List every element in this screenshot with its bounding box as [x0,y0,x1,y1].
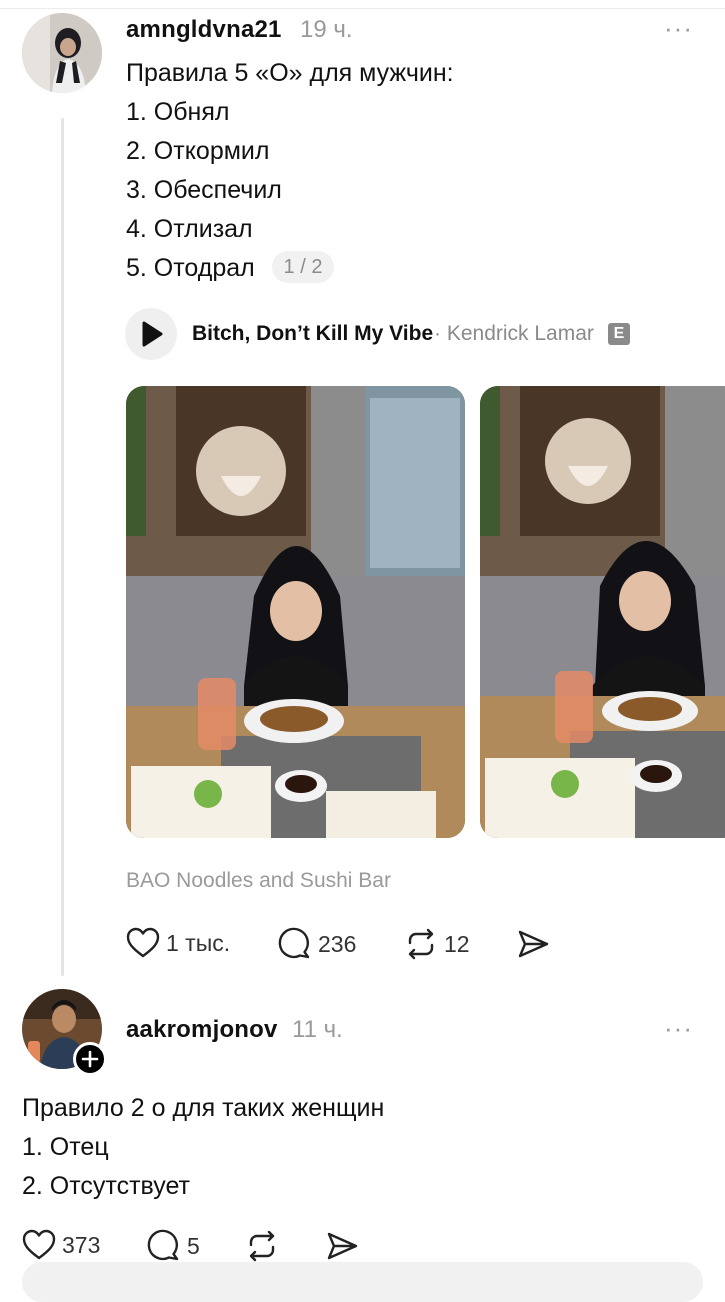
repost-count: 12 [444,930,470,957]
post-text-line: 3. Обеспечил [126,176,282,204]
share-icon [327,1232,358,1260]
heart-icon [126,927,160,958]
reply-username[interactable]: aakromjonov [126,1016,278,1044]
song-artist[interactable]: · Kendrick Lamar [434,322,594,346]
play-icon [142,321,163,347]
comment-icon [147,1229,179,1261]
post-text-line: 1. Обнял [126,98,230,126]
top-divider [0,8,725,9]
comment-count: 236 [318,930,357,957]
post-photo-2[interactable] [480,386,725,838]
more-options-icon[interactable]: ··· [664,1015,693,1041]
post-text-line: 2. Откормил [126,137,270,165]
reply-time: 11 ч. [292,1016,343,1043]
reply-text-line: 2. Отсутствует [22,1172,191,1200]
share-button[interactable] [516,927,550,961]
post-text-line: Правила 5 «О» для мужчин: [126,59,454,87]
reply-comment-button[interactable]: 5 [147,1229,200,1263]
repost-icon [408,928,434,960]
post-text-line: 5. Отодрал [126,254,255,282]
restaurant-photo-icon [126,386,465,838]
reply-like-count: 373 [62,1231,101,1258]
play-button[interactable] [125,308,177,360]
repost-button[interactable]: 12 [404,927,470,961]
restaurant-photo-icon [480,386,725,838]
comment-icon [278,927,310,959]
follow-button[interactable] [73,1042,107,1076]
reply-text-line: Правило 2 о для таких женщин [22,1094,385,1122]
plus-icon [81,1050,99,1068]
share-icon [518,930,549,958]
song-title[interactable]: Bitch, Don’t Kill My Vibe [192,322,433,346]
reply-text-line: 1. Отец [22,1133,109,1161]
like-button[interactable]: 1 тыс. [126,927,230,959]
reply-comment-count: 5 [187,1232,200,1259]
reply-like-button[interactable]: 373 [22,1229,100,1261]
like-count: 1 тыс. [166,929,231,956]
post-text-line: 4. Отлизал [126,215,253,243]
repost-icon [249,1230,275,1262]
comment-button[interactable]: 236 [278,927,356,961]
more-options-icon[interactable]: ··· [664,15,693,41]
reply-repost-button[interactable] [245,1229,279,1263]
avatar-amngldvna21[interactable] [22,13,102,93]
reply-composer-bar[interactable] [22,1262,703,1302]
post-photo-1[interactable] [126,386,465,838]
post-time: 19 ч. [300,16,353,43]
location-tag[interactable]: BAO Noodles and Sushi Bar [126,869,391,893]
thread-line [61,118,64,976]
post-username[interactable]: amngldvna21 [126,16,282,44]
heart-icon [22,1229,56,1260]
explicit-badge: E [608,323,630,345]
reply-share-button[interactable] [325,1229,359,1263]
text-page-indicator: 1 / 2 [272,251,334,283]
